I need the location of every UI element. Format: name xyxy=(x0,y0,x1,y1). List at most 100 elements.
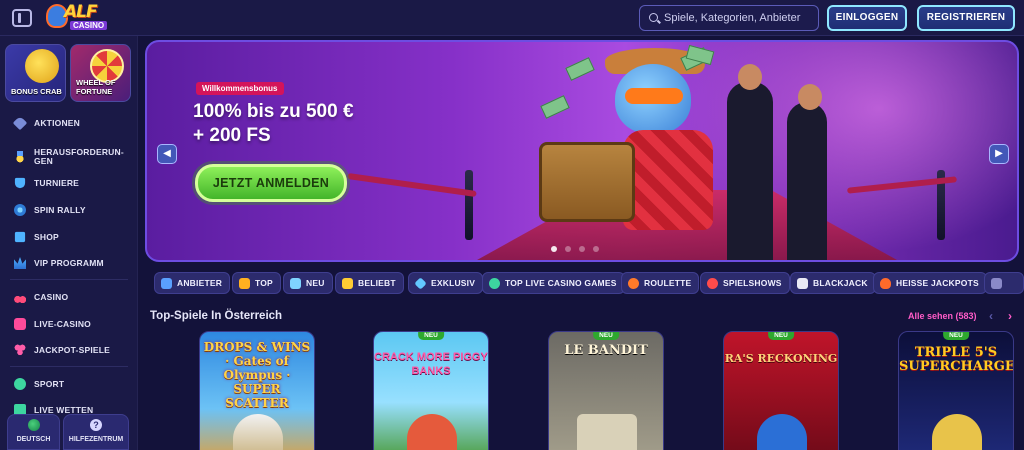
sidebar-item-label: SHOP xyxy=(34,231,59,242)
live-icon xyxy=(489,277,500,289)
register-button[interactable]: REGISTRIEREN xyxy=(917,5,1015,31)
sidebar-item-label: LIVE-CASINO xyxy=(34,318,91,329)
globe-icon xyxy=(27,419,40,431)
sidebar-item-jackpot-spiele[interactable]: JACKPOT-SPIELE xyxy=(14,341,134,359)
agent-figure xyxy=(787,84,827,260)
search-box[interactable] xyxy=(639,5,819,31)
trophy-icon xyxy=(239,277,250,289)
promo-wheel-of-fortune[interactable]: WHEEL OF FORTUNE xyxy=(70,44,131,102)
sidebar-item-label: SPIN RALLY xyxy=(34,204,86,215)
pharaoh-figure xyxy=(757,414,807,450)
briefcase-icon xyxy=(539,142,635,222)
game-card-le-bandit[interactable]: NEU LE BANDIT xyxy=(548,331,664,450)
promo-bonus-crab[interactable]: BONUS CRAB xyxy=(5,44,66,102)
top-header: ALF CASINO EINLOGGEN REGISTRIEREN xyxy=(0,0,1024,36)
sidebar-item-live-casino[interactable]: LIVE-CASINO xyxy=(14,315,134,333)
sidebar-divider xyxy=(10,366,128,367)
sidebar-item-casino[interactable]: CASINO xyxy=(14,288,134,306)
search-input[interactable] xyxy=(664,9,814,27)
new-badge: NEU xyxy=(418,332,444,340)
piggy-figure xyxy=(407,414,457,450)
signup-now-button[interactable]: JETZT ANMELDEN xyxy=(195,164,347,202)
language-label: DEUTSCH xyxy=(16,436,51,443)
clover-icon xyxy=(14,344,26,356)
sidebar-toggle-icon[interactable] xyxy=(12,9,32,27)
carousel-dot[interactable] xyxy=(593,246,599,252)
spin-rally-icon xyxy=(14,204,26,216)
sidebar-item-label: JACKPOT-SPIELE xyxy=(34,344,111,355)
sidebar-item-label: CASINO xyxy=(34,291,69,302)
promo-label: BONUS CRAB xyxy=(11,87,62,96)
game-card-ras-reckoning[interactable]: NEU RA'S RECKONING xyxy=(723,331,839,450)
medal-icon xyxy=(14,151,26,163)
chip-top[interactable]: TOP xyxy=(232,272,281,294)
roulette-icon xyxy=(628,277,639,289)
new-badge: NEU xyxy=(593,332,619,340)
chip-anbieter[interactable]: ANBIETER xyxy=(154,272,231,294)
game-title: CRACK MORE PIGGY BANKS xyxy=(374,351,488,377)
sidebar-item-label: TURNIERE xyxy=(34,177,80,188)
sidebar-item-shop[interactable]: SHOP xyxy=(14,228,134,246)
chip-top-live-casino-games[interactable]: TOP LIVE CASINO GAMES xyxy=(482,272,625,294)
game-card-crack-more-piggy-banks[interactable]: NEU CRACK MORE PIGGY BANKS xyxy=(373,331,489,450)
bonus-headline: 100% bis zu 500 € + 200 FS xyxy=(193,101,354,146)
carousel-next-icon[interactable]: ▶ xyxy=(989,144,1009,164)
provider-icon xyxy=(161,277,172,289)
sidebar-item-turniere[interactable]: TURNIERE xyxy=(14,174,134,192)
diamond-icon xyxy=(414,276,427,290)
money-bill-icon xyxy=(540,95,570,119)
chip-exklusiv[interactable]: EXKLUSIV xyxy=(408,272,484,294)
new-icon xyxy=(290,277,301,289)
crab-coin-icon xyxy=(25,49,59,83)
shopping-bag-icon xyxy=(14,231,26,243)
carousel-dot[interactable] xyxy=(579,246,585,252)
chip-spielshows[interactable]: SPIELSHOWS xyxy=(700,272,790,294)
hero-banner[interactable]: Willkommensbonus 100% bis zu 500 € + 200… xyxy=(145,40,1019,262)
section-title: Top-Spiele In Österreich xyxy=(150,310,283,322)
game-title: DROPS & WINS · Gates of Olympus · SUPER … xyxy=(203,340,311,410)
sidebar-item-herausforderungen[interactable]: HERAUSFORDERUN-GEN xyxy=(14,146,134,168)
game-card-gates-of-olympus[interactable]: DROPS & WINS · Gates of Olympus · SUPER … xyxy=(199,331,315,450)
login-button[interactable]: EINLOGGEN xyxy=(827,5,907,31)
live-casino-icon xyxy=(14,318,26,330)
game-title: RA'S RECKONING xyxy=(724,352,838,365)
chip-beliebt[interactable]: BELIEBT xyxy=(335,272,404,294)
chip-roulette[interactable]: ROULETTE xyxy=(621,272,700,294)
chevron-left-icon[interactable]: ‹ xyxy=(985,309,997,323)
welcome-bonus-tag: Willkommensbonus xyxy=(196,82,284,95)
cards-icon xyxy=(797,277,808,289)
language-button[interactable]: DEUTSCH xyxy=(7,414,60,450)
category-chips: ANBIETER TOP NEU BELIEBT EXKLUSIV TOP LI… xyxy=(150,272,1024,296)
help-center-button[interactable]: ? HILFEZENTRUM xyxy=(63,414,129,450)
chip-heisse-jackpots[interactable]: HEISSE JACKPOTS xyxy=(873,272,987,294)
trophy-icon xyxy=(14,177,26,189)
see-all-link[interactable]: Alle sehen (583) xyxy=(908,311,977,321)
game-card-triple-5s-supercharged[interactable]: NEU TRIPLE 5'S SUPERCHARGED xyxy=(898,331,1014,450)
flame-icon xyxy=(880,277,891,289)
new-badge: NEU xyxy=(768,332,794,340)
wanted-poster xyxy=(577,414,637,450)
chevron-right-icon[interactable]: › xyxy=(1004,309,1016,323)
chip-neu[interactable]: NEU xyxy=(283,272,333,294)
crown-icon xyxy=(14,257,26,269)
zeus-figure xyxy=(233,414,283,450)
alf-casino-logo[interactable]: ALF CASINO xyxy=(46,2,108,34)
carousel-dot[interactable] xyxy=(565,246,571,252)
sidebar-item-label: SPORT xyxy=(34,378,65,389)
sidebar-item-vip-programm[interactable]: VIP PROGRAMM xyxy=(14,254,134,272)
soccer-ball-icon xyxy=(14,378,26,390)
wheel-icon xyxy=(707,277,718,289)
sidebar-item-sport[interactable]: SPORT xyxy=(14,375,134,393)
carousel-dot[interactable] xyxy=(551,246,557,252)
sidebar-item-label: VIP PROGRAMM xyxy=(34,257,104,268)
game-title: TRIPLE 5'S SUPERCHARGED xyxy=(899,345,1014,374)
cherry-icon xyxy=(14,291,26,303)
tag-icon xyxy=(12,115,28,131)
more-icon xyxy=(991,277,1002,289)
chip-blackjack[interactable]: BLACKJACK xyxy=(790,272,876,294)
chip-more[interactable] xyxy=(984,272,1024,294)
carousel-prev-icon[interactable]: ◀ xyxy=(157,144,177,164)
sidebar-item-aktionen[interactable]: AKTIONEN xyxy=(12,114,134,132)
sidebar-item-spin-rally[interactable]: SPIN RALLY xyxy=(14,201,134,219)
game-title: LE BANDIT xyxy=(564,343,648,358)
